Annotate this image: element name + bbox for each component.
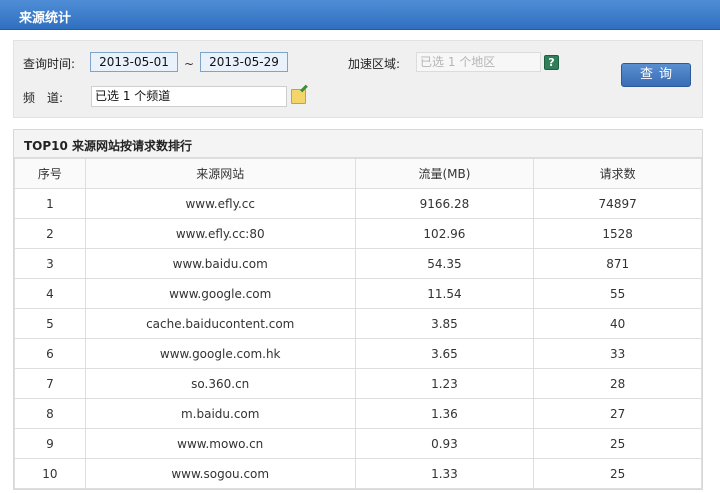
cell-requests: 33	[533, 338, 702, 369]
cell-traffic: 1.36	[354, 398, 535, 429]
query-panel: 查询时间: 2013-05-01 ~ 2013-05-29 加速区域: 已选 1…	[13, 40, 703, 118]
table-row: 8 m.baidu.com 1.36 27	[14, 398, 702, 429]
table-row: 7 so.360.cn 1.23 28	[14, 368, 702, 399]
query-time-label: 查询时间:	[23, 57, 76, 71]
table-header-row: 序号 来源网站 流量(MB) 请求数	[14, 158, 702, 189]
cell-requests: 28	[533, 368, 702, 399]
channel-label: 频 道:	[23, 91, 64, 105]
channel-select[interactable]: 已选 1 个频道	[91, 86, 287, 107]
cell-index: 4	[14, 278, 86, 309]
table-row: 6 www.google.com.hk 3.65 33	[14, 338, 702, 369]
cell-requests: 871	[533, 248, 702, 279]
cell-index: 5	[14, 308, 86, 339]
cell-traffic: 11.54	[354, 278, 535, 309]
table-row: 3 www.baidu.com 54.35 871	[14, 248, 702, 279]
cell-site: www.baidu.com	[84, 248, 356, 279]
ranking-title: TOP10 来源网站按请求数排行	[24, 139, 193, 153]
table-row: 4 www.google.com 11.54 55	[14, 278, 702, 309]
cell-site: m.baidu.com	[84, 398, 356, 429]
table-row: 9 www.mowo.cn 0.93 25	[14, 428, 702, 459]
cell-requests: 25	[533, 428, 702, 459]
query-button[interactable]: 查询	[621, 63, 691, 87]
header-requests: 请求数	[533, 158, 702, 189]
cell-site: www.google.com.hk	[84, 338, 356, 369]
cell-site: so.360.cn	[84, 368, 356, 399]
date-separator: ~	[184, 57, 195, 71]
cell-traffic: 1.33	[354, 458, 535, 489]
cell-index: 3	[14, 248, 86, 279]
header-source-site: 来源网站	[84, 158, 356, 189]
cell-traffic: 54.35	[354, 248, 535, 279]
cell-traffic: 1.23	[354, 368, 535, 399]
table-row: 5 cache.baiducontent.com 3.85 40	[14, 308, 702, 339]
cell-site: www.sogou.com	[84, 458, 356, 489]
table-row: 2 www.efly.cc:80 102.96 1528	[14, 218, 702, 249]
start-date-input[interactable]: 2013-05-01	[90, 52, 178, 72]
cell-requests: 74897	[533, 188, 702, 219]
title-bar: 来源统计	[0, 0, 720, 30]
edit-channel-icon[interactable]	[291, 89, 306, 104]
cell-site: www.mowo.cn	[84, 428, 356, 459]
cell-site: www.google.com	[84, 278, 356, 309]
table-row: 1 www.efly.cc 9166.28 74897	[14, 188, 702, 219]
cell-requests: 1528	[533, 218, 702, 249]
header-traffic: 流量(MB)	[354, 158, 535, 189]
cell-traffic: 3.85	[354, 308, 535, 339]
cell-index: 1	[14, 188, 86, 219]
region-select[interactable]: 已选 1 个地区	[416, 52, 541, 72]
cell-traffic: 102.96	[354, 218, 535, 249]
cell-requests: 55	[533, 278, 702, 309]
cell-index: 7	[14, 368, 86, 399]
cell-traffic: 9166.28	[354, 188, 535, 219]
cell-traffic: 3.65	[354, 338, 535, 369]
page-title: 来源统计	[19, 11, 72, 26]
cell-index: 9	[14, 428, 86, 459]
cell-index: 10	[14, 458, 86, 489]
cell-requests: 25	[533, 458, 702, 489]
table-row: 10 www.sogou.com 1.33 25	[14, 458, 702, 489]
cell-index: 2	[14, 218, 86, 249]
cell-traffic: 0.93	[354, 428, 535, 459]
header-index: 序号	[14, 158, 86, 189]
help-icon[interactable]: ?	[544, 55, 559, 70]
cell-index: 8	[14, 398, 86, 429]
cell-site: cache.baiducontent.com	[84, 308, 356, 339]
cell-site: www.efly.cc	[84, 188, 356, 219]
ranking-table: 序号 来源网站 流量(MB) 请求数 1 www.efly.cc 9166.28…	[14, 158, 702, 489]
ranking-title-bar: TOP10 来源网站按请求数排行	[14, 130, 702, 158]
end-date-input[interactable]: 2013-05-29	[200, 52, 288, 72]
cell-requests: 27	[533, 398, 702, 429]
cell-requests: 40	[533, 308, 702, 339]
cell-index: 6	[14, 338, 86, 369]
cell-site: www.efly.cc:80	[84, 218, 356, 249]
ranking-panel: TOP10 来源网站按请求数排行 序号 来源网站 流量(MB) 请求数 1 ww…	[13, 129, 703, 490]
region-label: 加速区域:	[348, 57, 401, 71]
